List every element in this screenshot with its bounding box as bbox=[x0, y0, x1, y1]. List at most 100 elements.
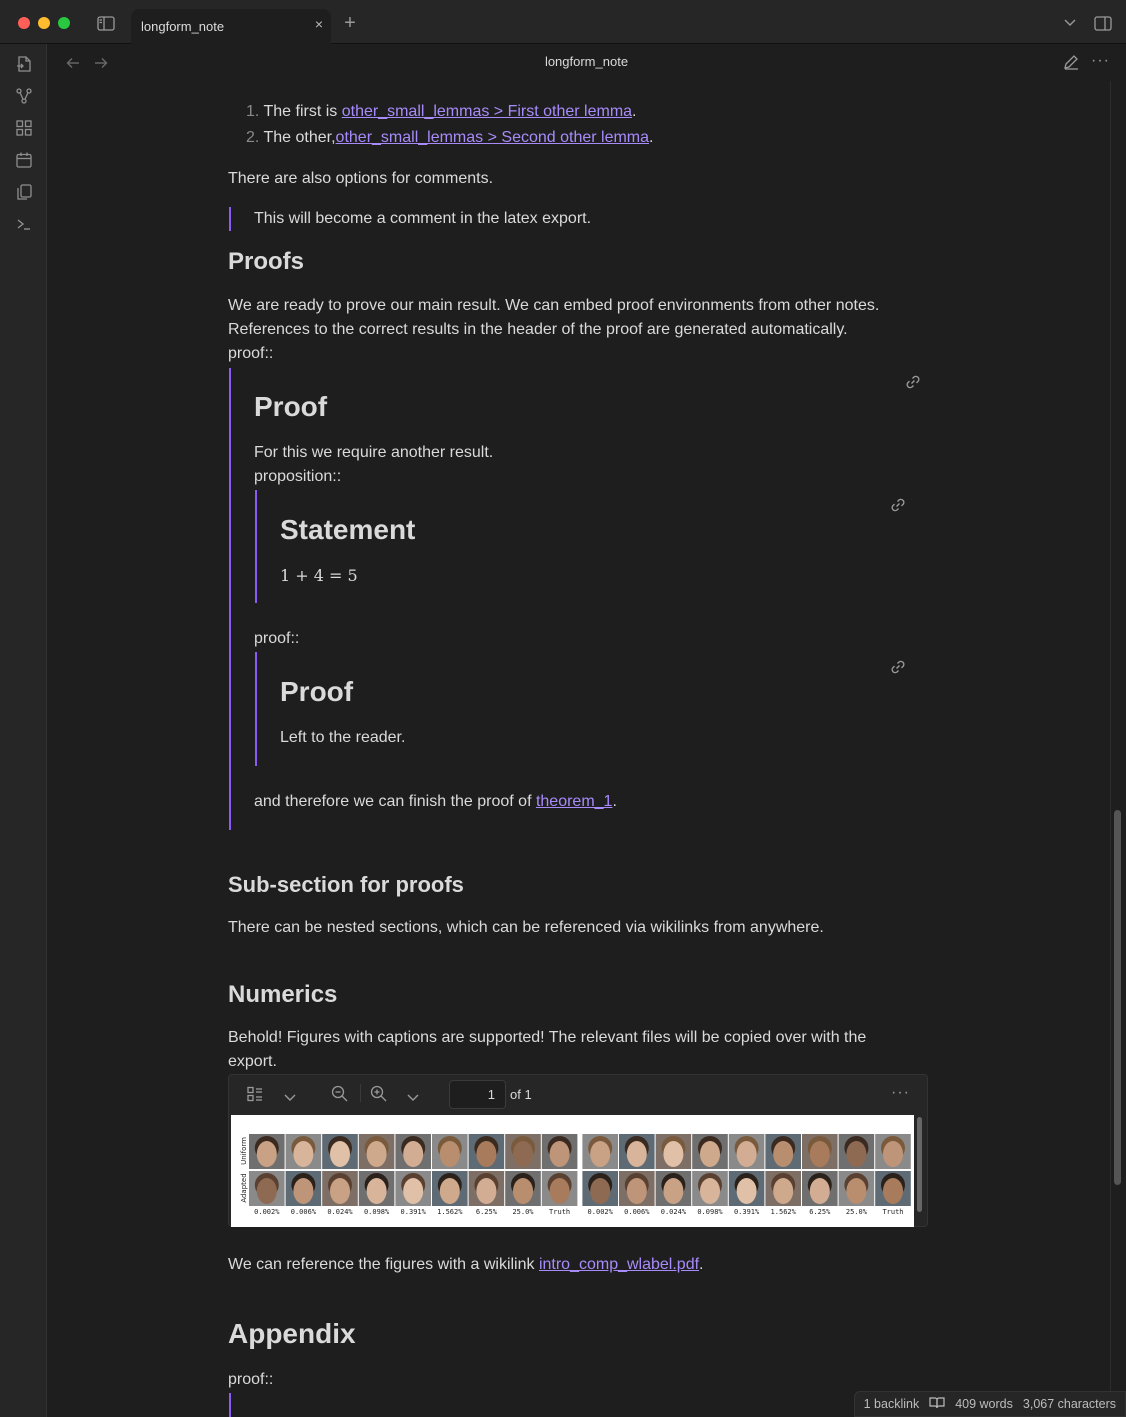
right-sidebar-toggle-icon[interactable] bbox=[1093, 14, 1113, 32]
face-thumbnail bbox=[395, 1171, 431, 1206]
proof-marker: proof:: bbox=[228, 345, 274, 362]
pdf-more-options-icon[interactable]: ··· bbox=[891, 1084, 910, 1102]
comment-intro: There are also options for comments. bbox=[228, 170, 494, 187]
column-label: 6.25% bbox=[476, 1208, 498, 1216]
inner-proof-heading: Proof bbox=[280, 676, 354, 707]
column-label: 0.024% bbox=[327, 1208, 353, 1216]
face-thumbnail bbox=[285, 1134, 322, 1169]
calendar-icon[interactable] bbox=[15, 151, 33, 169]
sidebar-toggle-icon[interactable] bbox=[96, 14, 116, 32]
column-label: Truth bbox=[882, 1208, 903, 1216]
finish-proof-line: and therefore we can finish the proof of… bbox=[254, 793, 617, 810]
numbered-list: 1. The first is other_small_lemmas > Fir… bbox=[246, 100, 946, 150]
inner-proof-marker: proof:: bbox=[254, 630, 300, 647]
face-thumbnail bbox=[505, 1134, 541, 1169]
column-label: 1.562% bbox=[771, 1208, 797, 1216]
face-thumbnail bbox=[838, 1171, 875, 1206]
new-tab-button[interactable]: + bbox=[341, 12, 359, 34]
backlinks-count[interactable]: 1 backlink bbox=[864, 1397, 920, 1411]
face-thumbnail bbox=[358, 1171, 395, 1206]
face-thumbnail bbox=[619, 1134, 655, 1169]
pdf-page-input[interactable]: 1 bbox=[449, 1080, 506, 1109]
tab-longform-note[interactable]: longform_note × bbox=[131, 9, 331, 44]
column-label: 0.024% bbox=[661, 1208, 687, 1216]
pdf-thumbnails-icon[interactable] bbox=[247, 1086, 263, 1107]
face-thumbnail bbox=[728, 1134, 765, 1169]
wikilink-first-other-lemma[interactable]: other_small_lemmas > First other lemma bbox=[342, 103, 632, 120]
wikilink-intro-comp-wlabel-pdf[interactable]: intro_comp_wlabel.pdf bbox=[539, 1256, 699, 1273]
open-link-icon[interactable] bbox=[904, 373, 922, 391]
face-thumbnail bbox=[285, 1171, 322, 1206]
face-thumbnail bbox=[692, 1134, 728, 1169]
zoom-in-icon[interactable] bbox=[370, 1085, 387, 1107]
row-label: Adapted bbox=[240, 1173, 248, 1202]
comment-quote: This will become a comment in the latex … bbox=[254, 210, 592, 227]
terminal-icon[interactable] bbox=[15, 215, 33, 233]
column-label: 0.098% bbox=[697, 1208, 723, 1216]
statement-heading: Statement bbox=[280, 514, 416, 545]
chevron-down-icon[interactable] bbox=[407, 1089, 419, 1107]
subsection-paragraph: There can be nested sections, which can … bbox=[228, 919, 824, 936]
copy-icon[interactable] bbox=[15, 183, 33, 201]
pdf-embed: 1 of 1 ··· 0.002% 0.006% 0.024% 0.098% 0.391… bbox=[228, 1074, 928, 1227]
heading-proofs: Proofs bbox=[228, 248, 305, 275]
face-thumbnail bbox=[655, 1171, 692, 1206]
face-thumbnail bbox=[619, 1171, 655, 1206]
face-thumbnail bbox=[582, 1134, 618, 1169]
editor-scrollbar-thumb[interactable] bbox=[1114, 810, 1121, 1185]
canvas-icon[interactable] bbox=[15, 119, 33, 137]
list-item: 1. The first is other_small_lemmas > Fir… bbox=[246, 103, 637, 120]
tab-close-icon[interactable]: × bbox=[315, 16, 323, 32]
left-ribbon bbox=[0, 44, 47, 1417]
pdf-scrollbar[interactable] bbox=[917, 1117, 922, 1212]
figure-reference-line: We can reference the figures with a wiki… bbox=[228, 1256, 704, 1273]
face-thumbnail bbox=[765, 1134, 801, 1169]
zoom-out-icon[interactable] bbox=[331, 1085, 348, 1107]
embed-bar-appendix bbox=[229, 1393, 231, 1417]
graph-view-icon[interactable] bbox=[15, 87, 33, 105]
tab-list-chevron-icon[interactable] bbox=[1062, 15, 1078, 31]
row-label: Uniform bbox=[240, 1137, 248, 1165]
face-thumbnail bbox=[322, 1134, 358, 1169]
character-count: 3,067 characters bbox=[1022, 1397, 1116, 1411]
column-label: 0.006% bbox=[624, 1208, 650, 1216]
embed-proof-heading: Proof bbox=[254, 391, 328, 422]
face-thumbnail bbox=[395, 1134, 431, 1169]
minimize-window-button[interactable] bbox=[38, 17, 50, 29]
column-label: 0.098% bbox=[364, 1208, 390, 1216]
heading-appendix: Appendix bbox=[228, 1318, 356, 1349]
maximize-window-button[interactable] bbox=[58, 17, 70, 29]
wikilink-second-other-lemma[interactable]: other_small_lemmas > Second other lemma bbox=[336, 129, 649, 146]
chevron-down-icon[interactable] bbox=[284, 1089, 296, 1107]
face-thumbnail bbox=[541, 1134, 578, 1169]
embed-proof-line-2: proposition:: bbox=[254, 468, 342, 485]
edit-mode-icon[interactable] bbox=[1063, 54, 1079, 75]
pdf-page-total: of 1 bbox=[510, 1087, 532, 1102]
column-label: 0.002% bbox=[588, 1208, 614, 1216]
face-comparison-figure: 0.002% 0.006% 0.024% 0.098% 0.391% 1.562% 6.25… bbox=[240, 1134, 911, 1216]
more-options-icon[interactable]: ··· bbox=[1091, 52, 1110, 70]
column-label: 0.391% bbox=[734, 1208, 760, 1216]
open-link-icon[interactable] bbox=[889, 658, 907, 676]
face-thumbnail bbox=[249, 1171, 285, 1206]
note-content: 1. The first is other_small_lemmas > Fir… bbox=[47, 81, 1110, 1417]
list-item: 2. The other,other_small_lemmas > Second… bbox=[246, 129, 654, 146]
status-bar: 1 backlink 409 words 3,067 characters bbox=[853, 1391, 1126, 1417]
heading-numerics: Numerics bbox=[228, 981, 338, 1008]
open-link-icon[interactable] bbox=[889, 496, 907, 514]
toolbar-divider bbox=[360, 1084, 361, 1102]
open-quick-switcher-icon[interactable] bbox=[15, 55, 33, 73]
column-label: 6.25% bbox=[809, 1208, 831, 1216]
face-thumbnail bbox=[802, 1171, 838, 1206]
reading-view-icon[interactable] bbox=[929, 1396, 945, 1412]
face-thumbnail bbox=[875, 1134, 911, 1169]
word-count: 409 words bbox=[955, 1397, 1013, 1411]
numerics-paragraph-line-1: Behold! Figures with captions are suppor… bbox=[228, 1029, 867, 1046]
wikilink-theorem-1[interactable]: theorem_1 bbox=[536, 793, 613, 810]
face-thumbnail bbox=[838, 1134, 875, 1169]
face-thumbnail bbox=[432, 1171, 468, 1206]
face-thumbnail bbox=[765, 1171, 801, 1206]
column-label: 0.002% bbox=[254, 1208, 280, 1216]
column-label: 0.006% bbox=[291, 1208, 317, 1216]
close-window-button[interactable] bbox=[18, 17, 30, 29]
